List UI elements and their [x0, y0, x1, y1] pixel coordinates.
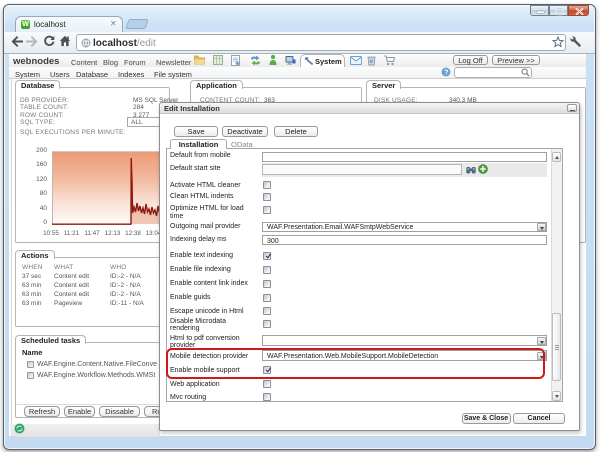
svg-text:?: ?: [444, 69, 448, 76]
